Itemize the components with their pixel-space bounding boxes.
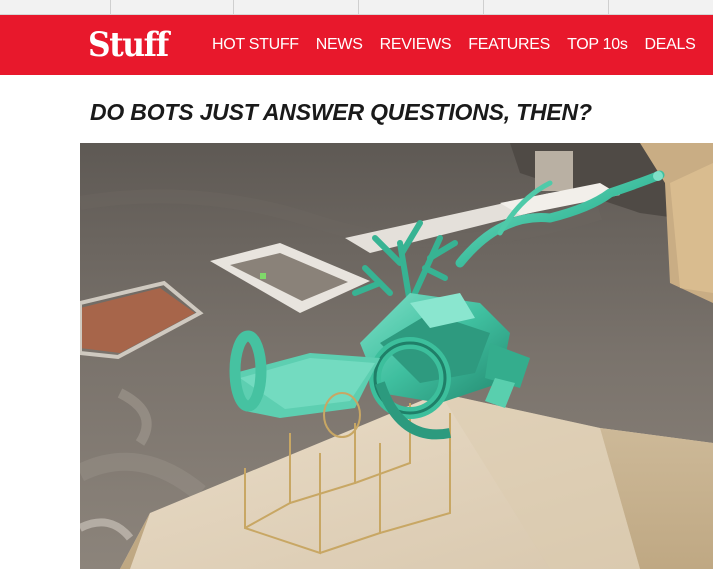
nav-item-hot-stuff[interactable]: HOT STUFF [212, 36, 299, 54]
browser-tab[interactable] [484, 0, 609, 14]
site-header: Stuff HOT STUFF NEWS REVIEWS FEATURES TO… [0, 15, 713, 75]
main-nav: HOT STUFF NEWS REVIEWS FEATURES TOP 10s … [212, 15, 713, 75]
browser-tab[interactable] [0, 0, 111, 14]
nav-item-reviews[interactable]: REVIEWS [380, 36, 452, 54]
sculpture-photo-illustration [80, 143, 713, 569]
browser-tab-strip [0, 0, 713, 15]
browser-tab[interactable] [234, 0, 359, 14]
nav-item-deals[interactable]: DEALS [645, 36, 696, 54]
nav-item-news[interactable]: NEWS [316, 36, 363, 54]
article-headline: DO BOTS JUST ANSWER QUESTIONS, THEN? [90, 99, 592, 125]
stuff-logo[interactable]: Stuff [88, 25, 169, 65]
browser-tab[interactable] [359, 0, 484, 14]
article-photo [80, 143, 713, 569]
page: Stuff HOT STUFF NEWS REVIEWS FEATURES TO… [0, 0, 713, 569]
browser-tab[interactable] [111, 0, 234, 14]
nav-item-top-10s[interactable]: TOP 10s [567, 36, 628, 54]
nav-item-features[interactable]: FEATURES [468, 36, 550, 54]
